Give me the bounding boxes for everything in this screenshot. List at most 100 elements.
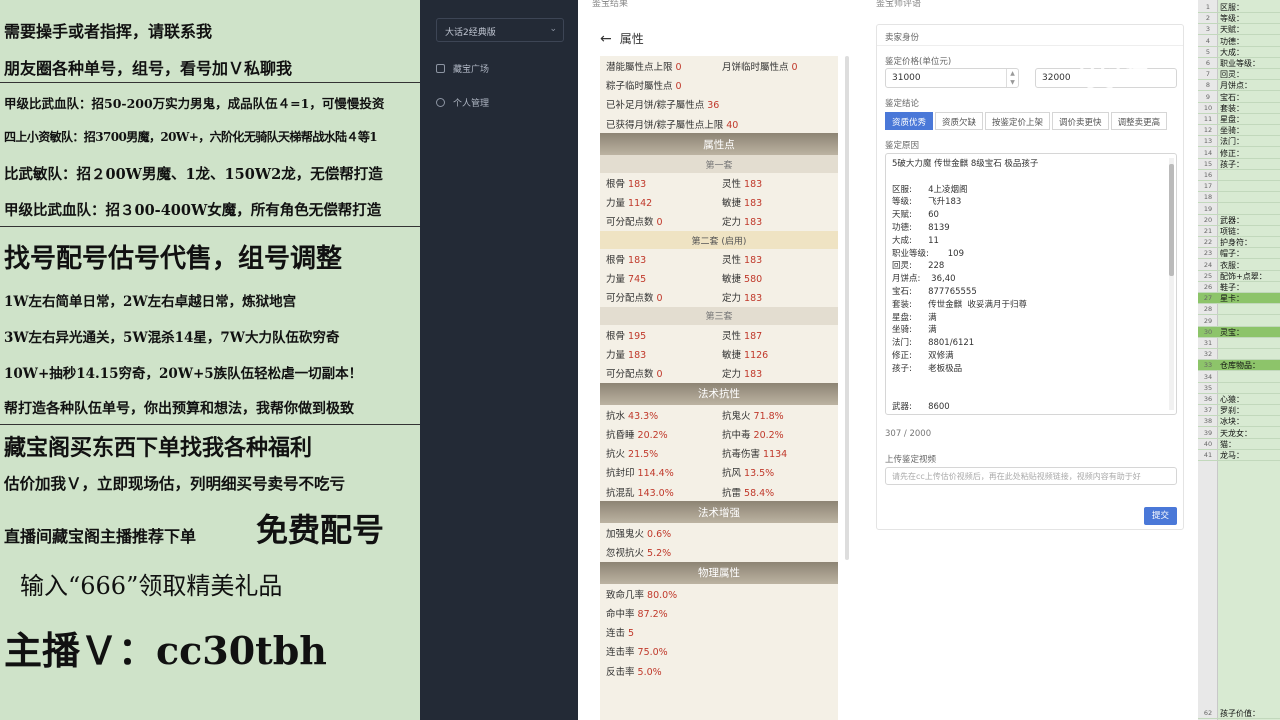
scrollbar[interactable] — [845, 56, 849, 560]
row-number: 36 — [1203, 395, 1213, 403]
sheet-row[interactable]: 20 武器： — [1198, 215, 1280, 226]
sheet-row[interactable]: 34 — [1198, 372, 1280, 383]
attr-cell: 可分配点数 0 — [600, 366, 716, 380]
sheet-row[interactable]: 27 星卡： — [1198, 293, 1280, 305]
divider — [0, 226, 420, 227]
sheet-row[interactable]: 1 区服： — [1198, 2, 1280, 13]
attr-value: 43.3% — [628, 410, 659, 422]
row-number: 9 — [1205, 92, 1211, 101]
sheet-row[interactable]: 41 龙马： — [1198, 450, 1280, 461]
sheet-row[interactable]: 25 配饰+点翠： — [1198, 271, 1280, 282]
attr-row: 抗火 21.5% 抗毒伤害 1134 — [600, 443, 838, 462]
attr-value: 75.0% — [637, 647, 668, 659]
attr-label: 根骨 — [606, 330, 629, 342]
tab-sell-faster[interactable]: 调价卖更快 — [1052, 112, 1109, 130]
section-header-resistance: 法术抗性 — [600, 382, 838, 405]
tab-list-at-price[interactable]: 按鉴定价上架 — [985, 112, 1051, 130]
attr-row: 力量 745 敏捷 580 — [600, 268, 838, 287]
sheet-row[interactable]: 21 项链： — [1198, 226, 1280, 237]
sheet-row[interactable]: 8 月饼点： — [1198, 80, 1280, 92]
reason-line: 修正: 双修满 — [892, 350, 954, 361]
sheet-row[interactable]: 16 — [1198, 170, 1280, 181]
sheet-row[interactable]: 15 孩子： — [1198, 159, 1280, 170]
sheet-row[interactable]: 10 套装： — [1198, 103, 1280, 114]
attr-cell: 加强鬼火 0.6% — [600, 526, 716, 540]
sheet-row[interactable]: 3 天赋： — [1198, 24, 1280, 36]
attr-cell: 可分配点数 0 — [600, 214, 716, 228]
price-min-input[interactable]: 31000 ▲ ▼ — [885, 68, 1019, 88]
sheet-cell: 坐骑： — [1220, 126, 1244, 136]
sheet-row[interactable]: 35 — [1198, 383, 1280, 394]
sheet-row[interactable]: 39 天龙女： — [1198, 428, 1280, 439]
sheet-row[interactable]: 17 — [1198, 181, 1280, 193]
game-select[interactable]: 大话2经典版 ⌄ — [436, 18, 564, 42]
section-header-boost: 法术增强 — [600, 501, 838, 524]
sheet-row[interactable]: 14 修正： — [1198, 148, 1280, 159]
attr-label: 抗风 — [722, 468, 745, 480]
sheet-row[interactable]: 40 猫： — [1198, 439, 1280, 450]
nav-item-personal[interactable]: 个人管理 — [436, 96, 489, 109]
sheet-row[interactable]: 9 宝石： — [1198, 92, 1280, 103]
sheet-cell: 帽子： — [1220, 249, 1244, 259]
sheet-row[interactable]: 32 — [1198, 349, 1280, 361]
sheet-cell: 鞋子： — [1220, 283, 1244, 292]
tab-sell-higher[interactable]: 调整卖更高 — [1110, 112, 1168, 130]
sheet-row[interactable]: 7 回灵： — [1198, 69, 1280, 81]
scrollbar[interactable] — [1169, 158, 1174, 410]
sheet-row[interactable]: 13 法门： — [1198, 136, 1280, 148]
panel-header[interactable]: ← 属性 — [600, 30, 644, 47]
attr-value: 36 — [707, 100, 720, 112]
sheet-row[interactable]: 37 罗刹： — [1198, 405, 1280, 417]
sheet-row[interactable]: 5 大成： — [1198, 47, 1280, 58]
attribute-list[interactable]: 潜能屬性点上限 0 月饼临时屬性点 0 粽子临时屬性点 0 已补足月饼/粽子屬性点 3… — [600, 56, 838, 720]
attr-cell: 灵性 187 — [716, 328, 832, 342]
attr-label: 抗雷 — [722, 487, 745, 499]
sheet-row[interactable]: 23 帽子： — [1198, 248, 1280, 260]
attr-label: 抗中毒 — [722, 429, 754, 441]
promo-line: 甲级比武血队：招50-200万实力男鬼，成品队伍４=1，可慢慢投资 — [4, 96, 385, 111]
sheet-row[interactable]: 2 等级： — [1198, 13, 1280, 25]
attr-label: 反击率 — [606, 666, 638, 678]
back-arrow-icon[interactable]: ← — [600, 31, 612, 47]
submit-button[interactable]: 提交 — [1144, 507, 1177, 525]
sheet-row[interactable]: 36 心猿： — [1198, 394, 1280, 405]
attr-cell: 潜能屬性点上限 0 — [600, 59, 716, 73]
attr-row: 连击 5 — [600, 623, 838, 642]
tab-lacking[interactable]: 资质欠缺 — [935, 112, 984, 130]
attr-row: 力量 1142 敏捷 183 — [600, 192, 838, 211]
sheet-row[interactable]: 24 衣服： — [1198, 260, 1280, 271]
video-link-input[interactable]: 请先在cc上传估价视频后，再在此处粘贴视频链接，视频内容有助于好 — [885, 467, 1177, 485]
tab-excellent[interactable]: 资质优秀 — [885, 112, 934, 130]
sheet-row[interactable]: 28 — [1198, 304, 1280, 316]
attr-cell: 敏捷 1126 — [716, 347, 832, 361]
sheet-row[interactable]: 22 护身符： — [1198, 237, 1280, 249]
sheet-row[interactable]: 62 孩子价值： — [1198, 708, 1280, 719]
sheet-row[interactable]: 31 — [1198, 338, 1280, 349]
sheet-row[interactable]: 38 冰块： — [1198, 416, 1280, 428]
sheet-row[interactable]: 6 职业等级： — [1198, 58, 1280, 69]
nav-item-market[interactable]: 藏宝广场 — [436, 62, 489, 75]
attr-value: 0 — [791, 61, 798, 73]
sheet-row[interactable]: 26 鞋子： — [1198, 282, 1280, 293]
stepper-icon[interactable]: ▲ ▼ — [1006, 69, 1018, 87]
section-caption: 鉴宝师评语 — [876, 0, 922, 9]
attr-value: 0 — [656, 217, 663, 229]
sheet-row[interactable]: 12 坐骑： — [1198, 125, 1280, 137]
attr-value: 13.5% — [744, 468, 775, 480]
attr-row: 力量 183 敏捷 1126 — [600, 344, 838, 363]
sheet-row[interactable]: 29 — [1198, 316, 1280, 327]
sheet-cell: 龙马： — [1220, 451, 1244, 460]
attr-value: 0 — [656, 369, 663, 381]
sheet-row[interactable]: 18 — [1198, 192, 1280, 204]
attr-row: 已补足月饼/粽子屬性点 36 — [600, 95, 838, 114]
sheet-row[interactable]: 4 功德： — [1198, 36, 1280, 47]
sheet-row[interactable]: 33 仓库物品： — [1198, 360, 1280, 372]
attr-value: 5.0% — [637, 666, 662, 678]
sheet-row[interactable]: 11 星盘： — [1198, 114, 1280, 125]
sheet-row[interactable]: 19 — [1198, 204, 1280, 215]
promo-line: 甲级比武血队：招３00-400W女魔，所有角色无偿帮打造 — [4, 202, 382, 219]
attr-label: 定力 — [722, 369, 745, 381]
sheet-row[interactable]: 30 灵宝： — [1198, 326, 1280, 338]
attr-value: 183 — [744, 198, 763, 210]
reason-textarea[interactable]: 5破大力魔 传世金麒 8级宝石 极品孩子 区服: 4上凌烟阁 等级: 飞升183 天赋… — [885, 153, 1177, 415]
